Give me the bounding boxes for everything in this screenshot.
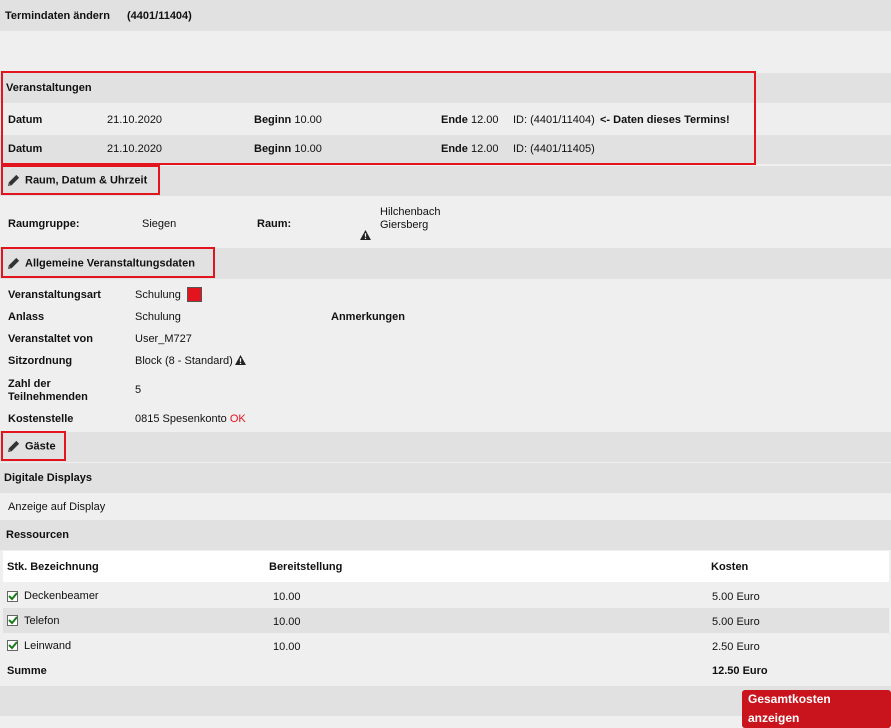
sitz-value: Block (8 - Standard) [135, 355, 233, 367]
resource-checkbox[interactable] [7, 591, 18, 602]
resource-kosten: 5.00 Euro [712, 591, 760, 603]
allgemein-highlight [1, 247, 215, 278]
ressourcen-title: Ressourcen [6, 529, 69, 541]
summe-label: Summe [7, 665, 47, 677]
anlass-value: Schulung [135, 311, 181, 323]
col-kosten: Kosten [711, 561, 749, 573]
art-color-swatch [187, 287, 202, 302]
raum-label: Raum: [257, 218, 292, 230]
resource-bereit: 10.00 [273, 591, 301, 603]
resource-name: Telefon [24, 615, 60, 627]
kosten-status: OK [229, 413, 246, 425]
resource-kosten: 5.00 Euro [712, 616, 760, 628]
zahl-label-2: Teilnehmenden [8, 391, 88, 403]
veranstaltungen-highlight [1, 71, 756, 165]
sitz-label: Sitzordnung [8, 355, 73, 367]
warning-icon [360, 230, 371, 243]
page-title: Termindaten ändern [5, 10, 110, 22]
raumgruppe-label: Raumgruppe: [8, 218, 80, 230]
warning-icon [235, 355, 246, 368]
resource-name: Deckenbeamer [24, 590, 99, 602]
displays-text: Anzeige auf Display [8, 501, 106, 513]
ressourcen-table-header [3, 551, 889, 582]
col-bezeichnung: Stk. Bezeichnung [7, 561, 99, 573]
gesamtkosten-button[interactable]: Gesamtkosten anzeigen [742, 690, 891, 728]
gaeste-highlight [1, 431, 66, 461]
veranstaltet-value: User_M727 [135, 333, 192, 345]
anmerkungen-label: Anmerkungen [331, 311, 405, 323]
gaeste-header [0, 432, 891, 462]
resource-checkbox[interactable] [7, 615, 18, 626]
raum-value-2: Giersberg [380, 219, 429, 231]
resource-kosten: 2.50 Euro [712, 641, 760, 653]
kosten-label: Kostenstelle [8, 413, 74, 425]
resource-bereit: 10.00 [273, 616, 301, 628]
displays-title: Digitale Displays [4, 472, 93, 484]
resource-bereit: 10.00 [273, 641, 301, 653]
raum-value-1: Hilchenbach [380, 206, 441, 218]
displays-header [0, 463, 891, 493]
art-label: Veranstaltungsart [8, 289, 101, 301]
zahl-value: 5 [135, 384, 142, 396]
zahl-label-1: Zahl der [8, 378, 51, 390]
art-value: Schulung [135, 289, 181, 301]
resource-checkbox[interactable] [7, 640, 18, 651]
kosten-value: 0815 Spesenkonto [135, 413, 227, 425]
raum-highlight [1, 165, 160, 195]
col-bereitstellung: Bereitstellung [269, 561, 343, 573]
ressourcen-header [0, 520, 891, 550]
page-id: (4401/11404) [127, 10, 192, 22]
veranstaltet-label: Veranstaltet von [8, 333, 93, 345]
raumgruppe-value: Siegen [142, 218, 177, 230]
summe-value: 12.50 Euro [712, 665, 768, 677]
resource-name: Leinwand [24, 640, 72, 652]
anlass-label: Anlass [8, 311, 45, 323]
